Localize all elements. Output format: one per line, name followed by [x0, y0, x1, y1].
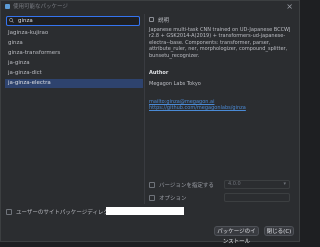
- window-title: 使用可能なパッケージ: [13, 4, 68, 10]
- version-row: バージョンを指定する 4.0.0 ▾: [149, 180, 293, 190]
- list-item[interactable]: ja-ginza: [5, 59, 143, 68]
- search-box[interactable]: [6, 16, 140, 26]
- user-site-input[interactable]: [106, 207, 184, 215]
- version-label: バージョンを指定する: [159, 183, 214, 189]
- options-label: オプション: [159, 196, 187, 202]
- close-icon[interactable]: ×: [286, 2, 293, 11]
- available-packages-dialog: 使用可能なパッケージ × Jaginza-kujirao ginza ginza…: [0, 0, 300, 245]
- install-package-button[interactable]: パッケージのインストール: [214, 226, 259, 245]
- search-icon: [9, 18, 14, 23]
- panel-divider[interactable]: [144, 14, 145, 204]
- app-icon: [5, 4, 10, 9]
- description-icon: [149, 17, 154, 22]
- user-site-checkbox[interactable]: [6, 209, 12, 215]
- list-item[interactable]: ja-ginza-dict: [5, 69, 143, 78]
- package-list: Jaginza-kujirao ginza ginza-transformers…: [5, 29, 143, 174]
- description-panel: Japanese multi-task CNN trained on UD-Ja…: [149, 27, 293, 177]
- chevron-down-icon: ▾: [283, 181, 286, 187]
- version-checkbox[interactable]: [149, 182, 155, 188]
- close-button[interactable]: 閉じる(C): [264, 226, 294, 236]
- version-select[interactable]: 4.0.0 ▾: [224, 180, 290, 189]
- options-checkbox[interactable]: [149, 195, 155, 201]
- version-value: 4.0.0: [228, 181, 241, 187]
- author-heading: Author: [149, 70, 169, 77]
- search-input[interactable]: [18, 17, 136, 25]
- list-item[interactable]: ginza-transformers: [5, 49, 143, 58]
- list-item[interactable]: ginza: [5, 39, 143, 48]
- options-row: オプション: [149, 193, 293, 203]
- description-label: 説明: [158, 18, 170, 24]
- title-bar: 使用可能なパッケージ ×: [1, 1, 299, 13]
- options-input[interactable]: [224, 193, 290, 202]
- list-item[interactable]: Jaginza-kujirao: [5, 29, 143, 38]
- list-item-selected[interactable]: ja-ginza-electra: [5, 79, 143, 88]
- author-name: Megagon Labs Tokyo: [149, 81, 201, 88]
- homepage-link[interactable]: https://github.com/megagonlabs/ginza: [149, 105, 293, 111]
- description-text: Japanese multi-task CNN trained on UD-Ja…: [149, 27, 291, 59]
